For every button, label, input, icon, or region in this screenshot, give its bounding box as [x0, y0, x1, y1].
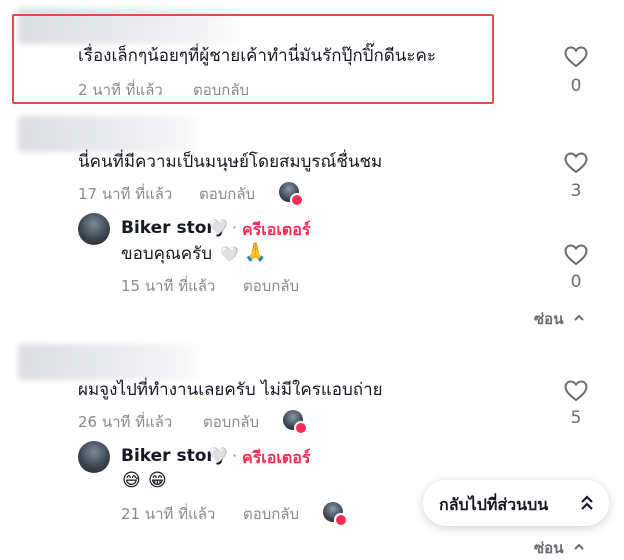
reply-time: 21 นาที ที่แล้ว — [121, 505, 216, 523]
reply-button[interactable]: ตอบกลับ — [243, 502, 299, 526]
heart-outline-icon[interactable] — [564, 152, 588, 174]
back-to-top-button[interactable]: กลับไปที่ส่วนบน — [423, 480, 609, 526]
double-chevron-up-icon — [581, 495, 593, 510]
hide-label: ซ่อน — [534, 310, 564, 328]
like-count: 3 — [570, 181, 582, 201]
like-count: 0 — [570, 272, 582, 292]
creator-avatar[interactable] — [78, 441, 110, 473]
separator: · — [232, 218, 238, 237]
like-count: 0 — [570, 76, 582, 96]
back-to-top-label: กลับไปที่ส่วนบน — [439, 495, 549, 514]
reply-button[interactable]: ตอบกลับ — [199, 182, 255, 206]
liked-heart-badge — [294, 421, 308, 435]
liked-heart-badge — [334, 513, 348, 527]
liked-heart-badge — [290, 193, 304, 207]
separator: · — [232, 446, 238, 465]
hide-replies-button[interactable]: ซ่อน — [534, 307, 585, 331]
creator-badge: ครีเอเตอร์ — [242, 448, 311, 467]
chevron-up-icon — [573, 314, 584, 321]
reply-button[interactable]: ตอบกลับ — [203, 410, 259, 434]
reply-button[interactable]: ตอบกลับ — [243, 274, 299, 298]
comment-time: 26 นาที ที่แล้ว — [78, 413, 173, 431]
comment-text: เรื่องเล็กๆน้อยๆที่ผู้ชายเค้าทำนี่มันรัก… — [78, 46, 437, 66]
grinning-emoji: 😁 — [148, 470, 167, 491]
praying-hands-emoji: 🙏 — [244, 242, 267, 263]
hide-replies-button[interactable]: ซ่อน — [534, 536, 585, 560]
blurred-username — [18, 116, 208, 152]
reply-text: ขอบคุณครับ — [121, 244, 213, 264]
heart-outline-icon[interactable] — [564, 380, 588, 402]
grinning-sweat-emoji: 😅 — [122, 470, 141, 491]
creator-badge: ครีเอเตอร์ — [242, 220, 311, 239]
comment-time: 17 นาที ที่แล้ว — [78, 185, 173, 203]
white-heart-emoji: 🤍 — [209, 218, 228, 236]
comment-text: ผมจูงไปที่ทำงานเลยครับ ไม่มีใครแอบถ่าย — [78, 380, 383, 400]
blurred-username — [18, 344, 208, 380]
hide-label: ซ่อน — [534, 539, 564, 557]
white-heart-emoji: 🤍 — [220, 245, 239, 263]
heart-outline-icon[interactable] — [564, 46, 588, 68]
chevron-up-icon — [573, 543, 584, 550]
creator-avatar[interactable] — [78, 213, 110, 245]
comment-text: นี่คนที่มีความเป็นมนุษย์โดยสมบูรณ์ชื่นชม — [78, 152, 383, 172]
comment-time: 2 นาที ที่แล้ว — [78, 81, 163, 99]
white-heart-emoji: 🤍 — [209, 446, 228, 464]
heart-outline-icon[interactable] — [564, 244, 588, 266]
like-count: 5 — [570, 408, 582, 428]
reply-button[interactable]: ตอบกลับ — [193, 78, 249, 102]
reply-time: 15 นาที ที่แล้ว — [121, 277, 216, 295]
